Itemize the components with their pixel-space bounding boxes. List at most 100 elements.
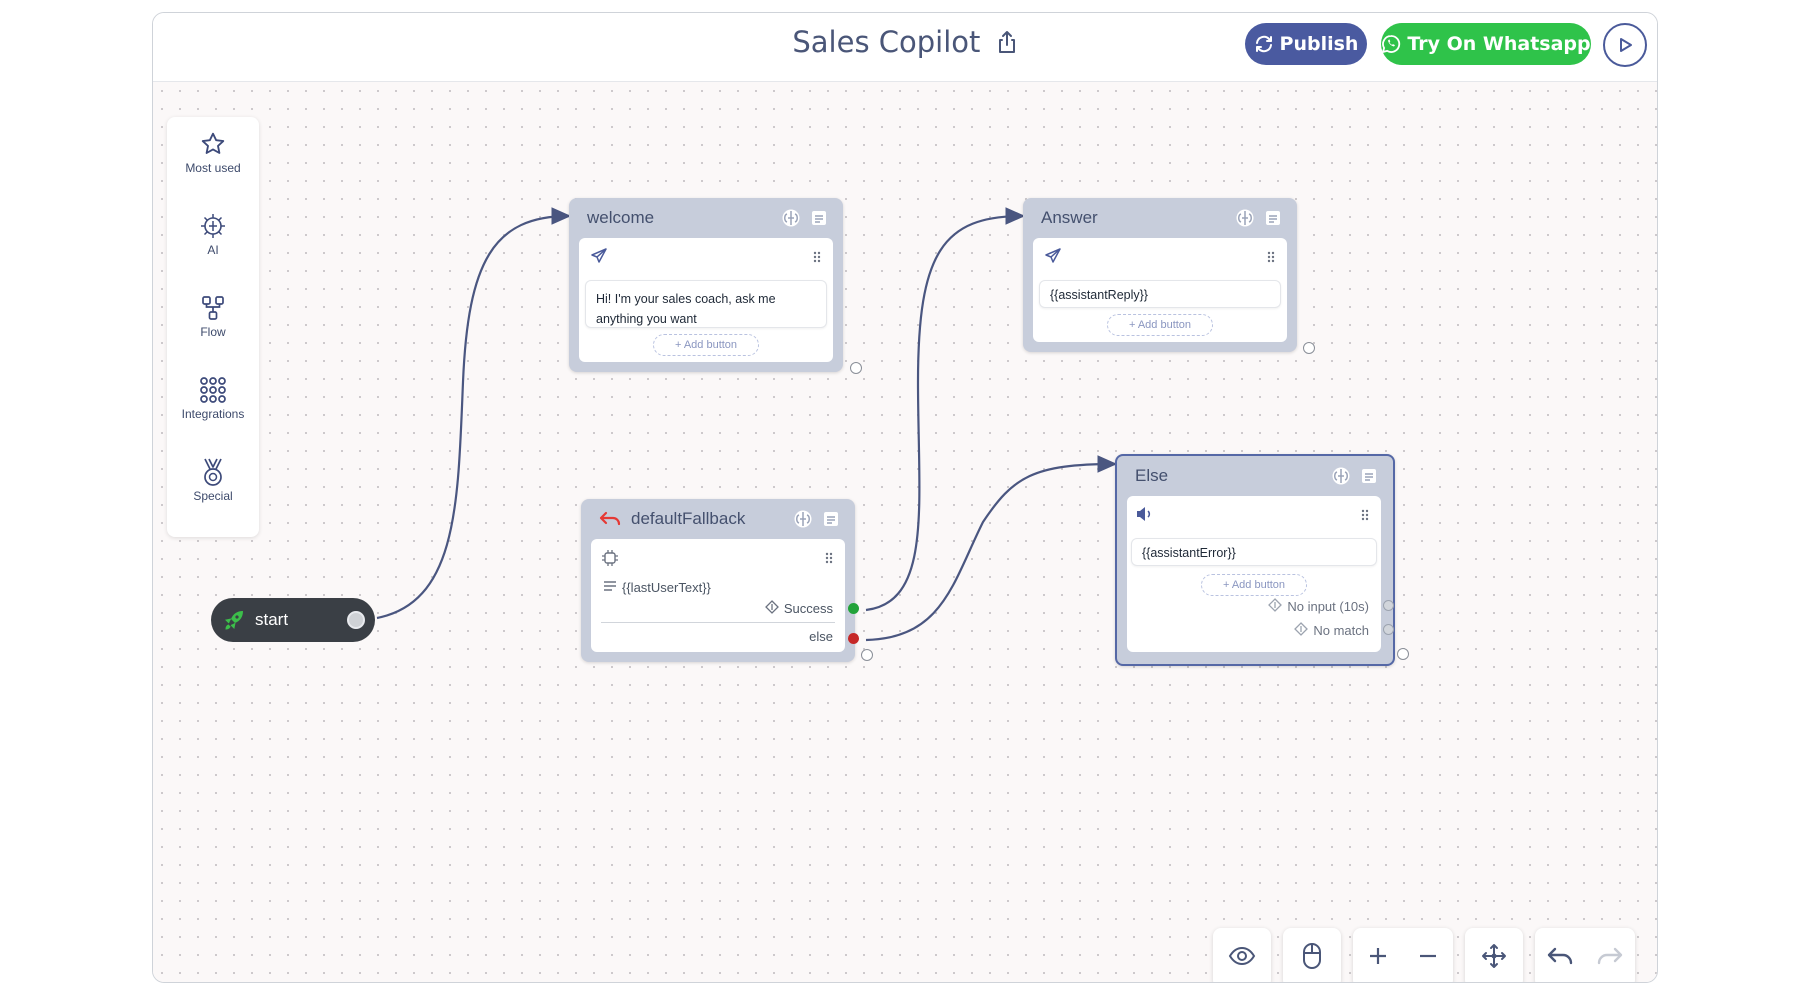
drag-handle-icon[interactable] xyxy=(813,250,821,268)
message-text[interactable]: {{assistantError}} xyxy=(1131,538,1377,566)
branch-icon xyxy=(1294,622,1309,639)
node-title[interactable]: welcome xyxy=(587,208,654,228)
input-text-row[interactable]: {{lastUserText}} xyxy=(603,580,711,595)
node-title[interactable]: Else xyxy=(1135,466,1168,486)
note-icon[interactable] xyxy=(809,208,829,233)
zoom-out-icon[interactable] xyxy=(1418,946,1438,971)
message-text[interactable]: {{assistantReply}} xyxy=(1039,280,1281,308)
node-title[interactable]: Answer xyxy=(1041,208,1098,228)
mouse-mode-control[interactable] xyxy=(1283,928,1341,982)
message-step-card[interactable]: Hi! I'm your sales coach, ask me anythin… xyxy=(579,238,833,362)
move-arrows-icon[interactable] xyxy=(1481,943,1507,974)
zoom-in-icon[interactable] xyxy=(1368,946,1388,971)
palette-label: AI xyxy=(207,243,219,257)
add-button[interactable]: + Add button xyxy=(653,334,759,356)
undo-icon[interactable] xyxy=(1547,947,1573,970)
success-branch[interactable]: Success xyxy=(764,600,833,617)
note-icon[interactable] xyxy=(821,509,841,534)
branch-icon xyxy=(1268,598,1283,615)
palette-most-used[interactable]: Most used xyxy=(167,127,259,175)
eye-icon[interactable] xyxy=(1228,946,1256,971)
welcome-node[interactable]: welcome Hi! I'm your sales coach, ask me… xyxy=(569,198,843,372)
node-header[interactable]: defaultFallback xyxy=(581,499,855,539)
else-branch[interactable]: else xyxy=(809,629,833,644)
note-icon[interactable] xyxy=(1263,208,1283,233)
top-bar: Sales Copilot Publish Try On Whatsapp xyxy=(153,13,1657,82)
flow-canvas[interactable]: Most used AI Flow Integrations Special s… xyxy=(153,82,1657,982)
node-title[interactable]: defaultFallback xyxy=(631,509,745,529)
preview-control[interactable] xyxy=(1213,928,1271,982)
palette-special[interactable]: Special xyxy=(167,455,259,503)
play-icon xyxy=(1620,38,1632,52)
palette-label: Special xyxy=(193,489,233,503)
history-control xyxy=(1535,928,1635,982)
else-port[interactable] xyxy=(848,633,859,644)
no-input-port[interactable] xyxy=(1383,600,1394,611)
note-icon[interactable] xyxy=(1359,466,1379,491)
node-header[interactable]: welcome xyxy=(569,198,843,238)
voice-step-card[interactable]: {{assistantError}} + Add button No input… xyxy=(1127,496,1381,652)
ai-chip-icon xyxy=(601,549,619,572)
branch-icon xyxy=(764,600,779,617)
whatsapp-label: Try On Whatsapp xyxy=(1407,33,1591,55)
drag-handle-icon[interactable] xyxy=(1361,508,1369,526)
page-title[interactable]: Sales Copilot xyxy=(792,25,980,59)
wire-success-answer[interactable] xyxy=(865,207,1026,612)
block-palette: Most used AI Flow Integrations Special xyxy=(167,117,259,537)
try-whatsapp-button[interactable]: Try On Whatsapp xyxy=(1381,23,1591,65)
no-input-branch[interactable]: No input (10s) xyxy=(1268,598,1369,615)
drag-handle-icon[interactable] xyxy=(825,551,833,569)
default-fallback-node[interactable]: defaultFallback {{lastUserText}} Success xyxy=(581,499,859,662)
else-output-port[interactable] xyxy=(1397,648,1409,660)
node-header[interactable]: Else xyxy=(1117,456,1393,496)
answer-node[interactable]: Answer {{assistantReply}} + Add button xyxy=(1023,198,1297,352)
start-output-port[interactable] xyxy=(347,611,365,629)
publish-button[interactable]: Publish xyxy=(1245,23,1367,65)
node-header[interactable]: Answer xyxy=(1023,198,1297,238)
drag-handle-icon[interactable] xyxy=(1267,250,1275,268)
ai-brain-icon[interactable] xyxy=(793,509,813,534)
rocket-icon xyxy=(223,609,245,636)
text-lines-icon xyxy=(603,580,617,595)
success-port[interactable] xyxy=(848,603,859,614)
redo-icon[interactable] xyxy=(1597,947,1623,970)
zoom-control xyxy=(1353,928,1453,982)
fallback-output-port[interactable] xyxy=(861,649,873,661)
add-button[interactable]: + Add button xyxy=(1107,314,1213,336)
palette-integrations[interactable]: Integrations xyxy=(167,373,259,421)
builder-frame: Sales Copilot Publish Try On Whatsapp Mo… xyxy=(152,12,1658,983)
fallback-undo-icon xyxy=(599,511,621,527)
no-match-port[interactable] xyxy=(1383,624,1394,635)
success-label: Success xyxy=(783,601,833,616)
palette-ai[interactable]: AI xyxy=(167,209,259,257)
ai-brain-icon[interactable] xyxy=(1235,208,1255,233)
ai-step-card[interactable]: {{lastUserText}} Success else xyxy=(591,539,845,652)
share-icon[interactable] xyxy=(996,27,1018,61)
run-flow-button[interactable] xyxy=(1603,23,1647,67)
answer-output-port[interactable] xyxy=(1303,342,1315,354)
flow-icon xyxy=(167,291,259,325)
message-step-card[interactable]: {{assistantReply}} + Add button xyxy=(1033,238,1287,342)
start-label: start xyxy=(255,610,289,629)
special-icon xyxy=(167,455,259,489)
sync-icon xyxy=(1255,35,1272,53)
no-match-branch[interactable]: No match xyxy=(1294,622,1369,639)
welcome-output-port[interactable] xyxy=(850,362,862,374)
start-node[interactable]: start xyxy=(211,598,375,642)
star-icon xyxy=(167,127,259,161)
message-text[interactable]: Hi! I'm your sales coach, ask me anythin… xyxy=(585,280,827,328)
ai-brain-icon[interactable] xyxy=(781,208,801,233)
palette-label: Integrations xyxy=(181,407,245,421)
else-node[interactable]: Else {{assistantError}} + Add button No … xyxy=(1115,454,1395,666)
fit-view-control[interactable] xyxy=(1465,928,1523,982)
add-button[interactable]: + Add button xyxy=(1201,574,1307,596)
wire-else-else[interactable] xyxy=(865,455,1118,642)
ai-brain-icon[interactable] xyxy=(1331,466,1351,491)
send-icon xyxy=(591,248,607,269)
mouse-icon[interactable] xyxy=(1302,942,1322,975)
palette-flow[interactable]: Flow xyxy=(167,291,259,339)
no-input-label: No input (10s) xyxy=(1287,599,1369,614)
input-text: {{lastUserText}} xyxy=(622,580,711,595)
wire-start-welcome[interactable] xyxy=(376,207,572,620)
integrations-icon xyxy=(167,373,259,407)
